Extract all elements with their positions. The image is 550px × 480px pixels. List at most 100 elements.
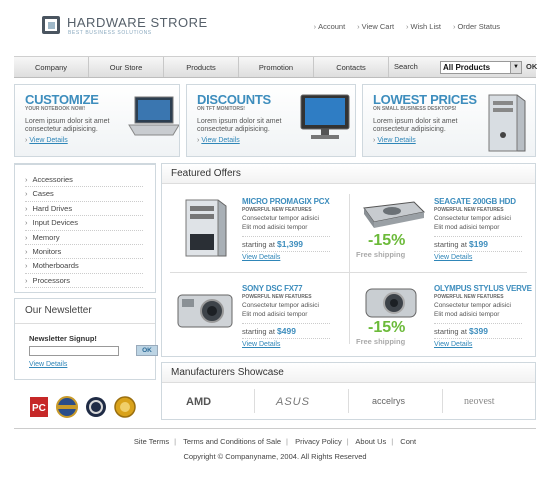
category-memory[interactable]: Memory	[25, 231, 143, 245]
product-view-details-link[interactable]: View Details	[434, 341, 472, 348]
main-nav: Company Our Store Products Promotion Con…	[14, 56, 537, 78]
discount-badge: -15%	[368, 232, 406, 249]
footer-link-contact[interactable]: Cont	[400, 437, 416, 446]
category-accessories[interactable]: Accessories	[25, 173, 143, 188]
logo-subtitle: BEST BUSINESS SOLUTIONS	[68, 30, 152, 36]
separator: |	[174, 437, 177, 446]
product-price: starting at $1,399	[242, 236, 330, 252]
arrow-icon: ›	[197, 137, 200, 144]
top-link-view-cart[interactable]: › View Cart	[357, 22, 394, 31]
promo-title: LOWEST PRICES	[373, 92, 477, 107]
search-ok-button[interactable]: OK	[526, 62, 537, 71]
promo-title: CUSTOMIZE	[25, 92, 99, 107]
category-sidebar: Accessories Cases Hard Drives Input Devi…	[14, 163, 156, 293]
product-name[interactable]: MICRO PROMAGIX PCX	[242, 197, 330, 206]
search-label: Search	[394, 62, 418, 71]
product-view-details-link[interactable]: View Details	[242, 341, 280, 348]
product-features: POWERFUL NEW FEATURES	[242, 207, 312, 213]
product-view-details-link[interactable]: View Details	[242, 254, 280, 261]
ring-badge-icon	[86, 397, 106, 417]
manufacturer-logo-neovest[interactable]: neovest	[464, 396, 495, 407]
category-monitors[interactable]: Monitors	[25, 245, 143, 260]
camera-icon	[177, 294, 233, 328]
nav-company[interactable]: Company	[14, 57, 89, 77]
nav-products[interactable]: Products	[164, 57, 239, 77]
product-link-text[interactable]: View Details	[242, 254, 280, 261]
manufacturer-logo-amd[interactable]: AMD	[186, 396, 211, 408]
product-price: starting at $499	[242, 323, 330, 339]
desktop-tower-icon	[185, 199, 227, 257]
manufacturer-logo-asus[interactable]: ASUS	[276, 396, 310, 408]
newsletter-view-details-link[interactable]: View Details	[29, 361, 67, 368]
promo-view-details-link[interactable]: › View Details	[25, 137, 68, 144]
product-name[interactable]: OLYMPUS STYLUS VERVE	[434, 284, 532, 293]
logo-icon[interactable]	[42, 16, 60, 34]
arrow-icon: ›	[357, 22, 360, 31]
newsletter-label: Newsletter Signup!	[29, 334, 97, 343]
nav-our-store[interactable]: Our Store	[89, 57, 164, 77]
promo-discounts: DISCOUNTS ON TFT MONITORS! Lorem ipsum d…	[186, 84, 356, 157]
product-link-text[interactable]: View Details	[434, 254, 472, 261]
product-view-details-link[interactable]: View Details	[434, 254, 472, 261]
product-card: MICRO PROMAGIX PCX POWERFUL NEW FEATURES…	[162, 188, 342, 270]
product-description: Consectetur tempor adisici Elit mod adisi…	[434, 302, 511, 318]
nav-contacts[interactable]: Contacts	[314, 57, 389, 77]
category-processors[interactable]: Processors	[25, 274, 143, 289]
promo-text: Lorem ipsum dolor sit amet consectetur a…	[373, 118, 458, 133]
separator: |	[286, 437, 288, 446]
promo-view-details-link[interactable]: › View Details	[197, 137, 240, 144]
newsletter-title: Our Newsletter	[25, 305, 92, 316]
product-description: Consectetur tempor adisici Elit mod adisi…	[434, 215, 511, 231]
product-card: -15% Free shipping SEAGATE 200GB HDD POW…	[354, 188, 534, 270]
footer-link-about-us[interactable]: About Us	[355, 437, 386, 446]
divider	[15, 323, 155, 324]
product-link-text[interactable]: View Details	[242, 341, 280, 348]
manufacturers-showcase: Manufacturers Showcase AMD ASUS accelrys…	[161, 362, 536, 420]
product-features: POWERFUL NEW FEATURES	[434, 294, 504, 300]
laptop-icon	[128, 96, 179, 136]
promo-customize: CUSTOMIZE YOUR NOTEBOOK NOW! Lorem ipsum…	[14, 84, 180, 157]
footer-link-terms-conditions[interactable]: Terms and Conditions of Sale	[183, 437, 281, 446]
divider	[349, 194, 350, 344]
chevron-down-icon[interactable]: ▼	[510, 62, 521, 73]
footer-link-site-terms[interactable]: Site Terms	[134, 437, 169, 446]
promo-link-text[interactable]: View Details	[377, 137, 415, 144]
manufacturers-title: Manufacturers Showcase	[162, 363, 535, 383]
divider	[254, 389, 255, 413]
category-hard-drives[interactable]: Hard Drives	[25, 202, 143, 217]
nav-promotion[interactable]: Promotion	[239, 57, 314, 77]
promo-lowest-prices: LOWEST PRICES ON SMALL BUSINESS DESKTOPS…	[362, 84, 536, 157]
free-shipping-label: Free shipping	[356, 250, 406, 259]
award-badges: PC	[30, 396, 136, 418]
newsletter-ok-button[interactable]: OK	[136, 345, 158, 356]
category-motherboards[interactable]: Motherboards	[25, 259, 143, 274]
category-cases[interactable]: Cases	[25, 187, 143, 202]
category-input-devices[interactable]: Input Devices	[25, 216, 143, 231]
promo-link-text[interactable]: View Details	[201, 137, 239, 144]
footer-link-privacy-policy[interactable]: Privacy Policy	[295, 437, 342, 446]
featured-offers: Featured Offers MICRO PROMAGIX PCX POWER…	[161, 163, 536, 357]
newsletter-email-input[interactable]	[29, 346, 119, 356]
logo-title[interactable]: HARDWARE STRORE	[67, 15, 208, 30]
promo-view-details-link[interactable]: › View Details	[373, 137, 416, 144]
search-category-value: All Products	[443, 63, 491, 72]
product-features: POWERFUL NEW FEATURES	[434, 207, 504, 213]
product-price: starting at $199	[434, 236, 522, 252]
promo-title: DISCOUNTS	[197, 92, 271, 107]
promo-link-text[interactable]: View Details	[29, 137, 67, 144]
manufacturer-logo-accelrys[interactable]: accelrys	[372, 396, 405, 406]
product-link-text[interactable]: View Details	[434, 341, 472, 348]
newsletter-link-text[interactable]: View Details	[29, 361, 67, 368]
top-link-wish-list[interactable]: › Wish List	[406, 22, 441, 31]
product-name[interactable]: SONY DSC FX77	[242, 284, 303, 293]
top-link-order-status[interactable]: › Order Status	[453, 22, 500, 31]
product-card: SONY DSC FX77 POWERFUL NEW FEATURES Cons…	[162, 275, 342, 357]
divider	[348, 389, 349, 413]
top-link-account[interactable]: › Account	[314, 22, 346, 31]
arrow-icon: ›	[406, 22, 409, 31]
search-category-select[interactable]: All Products ▼	[440, 61, 522, 74]
promo-text: Lorem ipsum dolor sit amet consectetur a…	[197, 118, 282, 133]
gold-award-icon	[114, 396, 136, 418]
product-name[interactable]: SEAGATE 200GB HDD	[434, 197, 516, 206]
footer-divider	[14, 428, 536, 429]
